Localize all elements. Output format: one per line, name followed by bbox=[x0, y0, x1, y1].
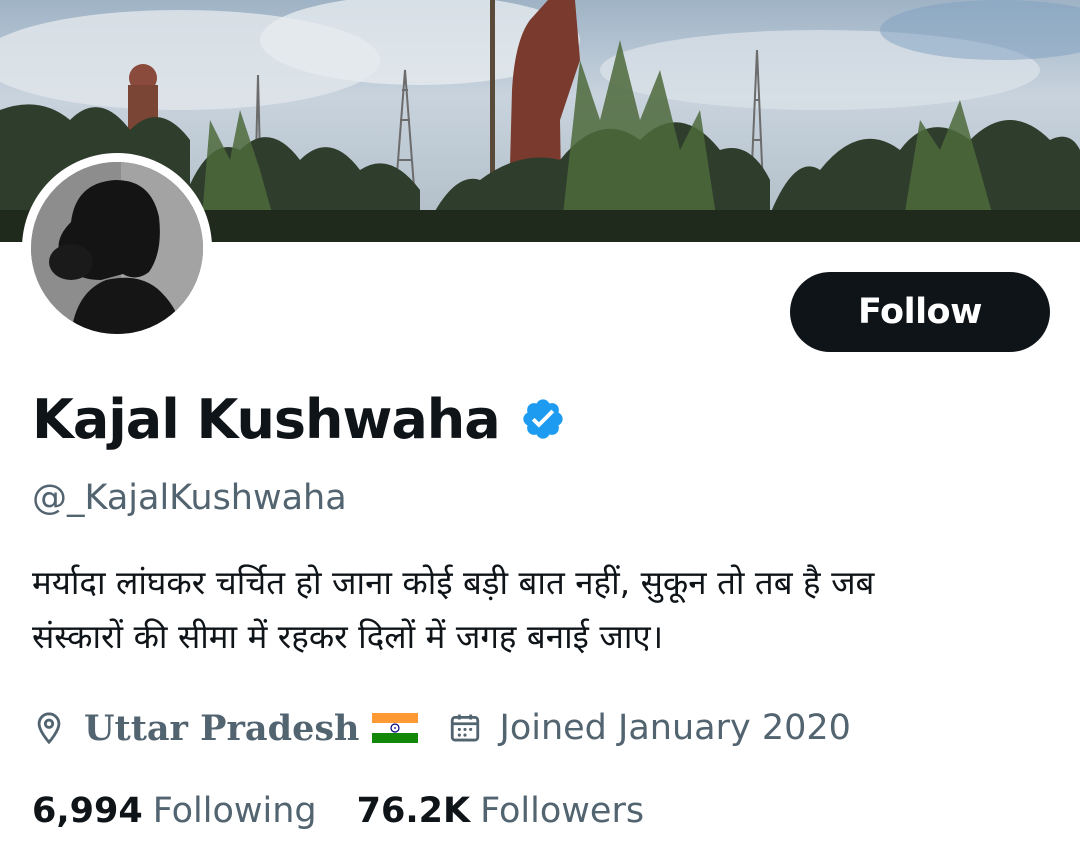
location-pin-icon bbox=[32, 711, 66, 745]
calendar-icon bbox=[448, 711, 482, 745]
followers-count: 76.2K bbox=[356, 791, 471, 831]
follow-button[interactable]: Follow bbox=[790, 272, 1050, 352]
profile-display-name: Kajal Kushwaha bbox=[32, 387, 501, 451]
followers-label: Followers bbox=[480, 791, 645, 831]
bio-line: मर्यादा लांघकर चर्चित हो जाना कोई बड़ी ब… bbox=[32, 563, 875, 602]
followers-link[interactable]: 76.2K Followers bbox=[357, 791, 644, 831]
profile-stats: 6,994 Following 76.2K Followers bbox=[32, 784, 644, 838]
verified-badge-icon[interactable] bbox=[520, 396, 566, 442]
profile-page: Follow Kajal Kushwaha @_KajalKushwaha मर… bbox=[0, 0, 1080, 846]
india-flag-icon bbox=[371, 713, 418, 743]
profile-avatar[interactable] bbox=[22, 153, 212, 343]
profile-handle: @_KajalKushwaha bbox=[32, 478, 347, 518]
profile-location: Uttar Pradesh bbox=[84, 707, 360, 749]
following-link[interactable]: 6,994 Following bbox=[32, 791, 317, 831]
following-label: Following bbox=[152, 791, 317, 831]
avatar-photo bbox=[31, 162, 203, 334]
profile-bio: मर्यादा लांघकर चर्चित हो जाना कोई बड़ी ब… bbox=[32, 556, 1042, 664]
profile-joined-date: Joined January 2020 bbox=[499, 708, 851, 748]
profile-meta-row: Uttar Pradesh Joined January 2020 bbox=[32, 700, 851, 756]
profile-name-row: Kajal Kushwaha bbox=[32, 384, 566, 454]
following-count: 6,994 bbox=[32, 791, 143, 831]
bio-line: संस्कारों की सीमा में रहकर दिलों में जगह… bbox=[32, 617, 664, 656]
